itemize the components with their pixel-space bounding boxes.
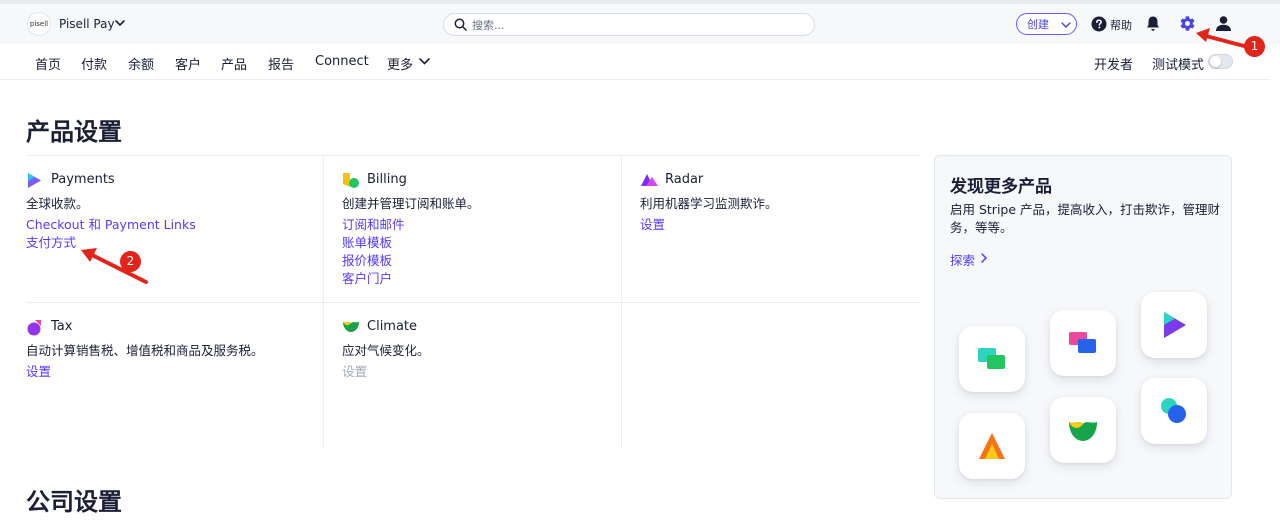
product-links: Checkout 和 Payment Links 支付方式 <box>26 216 196 252</box>
product-links: 订阅和邮件 账单模板 报价模板 客户门户 <box>342 216 405 288</box>
nav-customers[interactable]: 客户 <box>175 54 201 73</box>
nav-reports[interactable]: 报告 <box>268 54 294 73</box>
climate-icon <box>343 322 359 332</box>
tax-icon <box>27 320 41 336</box>
invoicing-product-icon <box>1069 332 1096 353</box>
discover-products-card: 发现更多产品 启用 Stripe 产品，提高收入，打击欺诈，管理财务，等等。 探… <box>934 155 1232 499</box>
search-input[interactable] <box>472 17 772 33</box>
product-tile[interactable] <box>1141 292 1207 358</box>
gear-icon[interactable] <box>1179 15 1196 32</box>
search-bar[interactable] <box>443 13 815 36</box>
product-title: Payments <box>51 172 115 187</box>
create-button-label: 创建 <box>1027 18 1049 31</box>
discover-description: 启用 Stripe 产品，提高收入，打击欺诈，管理财务，等等。 <box>950 202 1221 235</box>
product-title: Radar <box>665 172 704 187</box>
nav-developers[interactable]: 开发者 <box>1094 54 1133 73</box>
radar-settings-link[interactable]: 设置 <box>640 216 665 234</box>
toggle-knob <box>1210 56 1221 67</box>
chevron-down-icon[interactable] <box>419 57 430 66</box>
discover-title: 发现更多产品 <box>950 177 1052 197</box>
nav-home[interactable]: 首页 <box>35 54 61 73</box>
section-title: 公司设置 <box>26 488 122 516</box>
nav-more[interactable]: 更多 <box>387 54 413 73</box>
test-mode-label: 测试模式 <box>1152 58 1205 73</box>
grid-divider <box>26 302 920 303</box>
identity-product-icon <box>1161 398 1186 423</box>
test-mode-toggle[interactable] <box>1208 54 1233 69</box>
grid-divider <box>323 155 324 449</box>
browser-edge <box>0 0 1280 4</box>
product-description: 创建并管理订阅和账单。 <box>342 196 480 211</box>
product-links: 设置 <box>342 363 367 381</box>
product-links: 设置 <box>640 216 665 234</box>
product-tile[interactable] <box>959 326 1025 392</box>
product-description: 应对气候变化。 <box>342 343 430 358</box>
climate-product-icon <box>1069 422 1097 441</box>
connect-product-icon <box>978 348 1005 369</box>
nav-payments[interactable]: 付款 <box>81 54 107 73</box>
annotation-badge-2: 2 <box>120 251 141 272</box>
radar-icon <box>641 174 658 186</box>
bell-icon[interactable] <box>1145 15 1161 32</box>
climate-settings-link[interactable]: 设置 <box>342 363 367 381</box>
product-tile[interactable] <box>1141 378 1207 444</box>
search-icon <box>454 18 467 31</box>
product-tile[interactable] <box>959 413 1025 479</box>
invoice-template-link[interactable]: 账单模板 <box>342 234 405 252</box>
product-tile[interactable] <box>1050 310 1116 376</box>
chevron-down-icon <box>1061 22 1071 28</box>
help-link[interactable]: 帮助 <box>1110 17 1132 33</box>
chevron-right-icon[interactable] <box>980 253 988 263</box>
grid-divider <box>621 155 622 449</box>
page-title: 产品设置 <box>26 118 122 146</box>
product-tile[interactable] <box>1050 397 1116 463</box>
chevron-down-icon[interactable] <box>114 17 126 29</box>
product-description: 自动计算销售税、增值税和商品及服务税。 <box>26 343 264 358</box>
atlas-product-icon <box>979 433 1005 459</box>
nav-balances[interactable]: 余额 <box>128 54 154 73</box>
quote-template-link[interactable]: 报价模板 <box>342 252 405 270</box>
tax-settings-link[interactable]: 设置 <box>26 363 51 381</box>
product-description: 利用机器学习监测欺诈。 <box>640 196 778 211</box>
help-icon[interactable] <box>1091 16 1107 32</box>
nav-divider <box>0 79 1270 80</box>
create-button[interactable]: 创建 <box>1016 13 1077 35</box>
annotation-badge-1: 1 <box>1244 36 1265 57</box>
product-title: Billing <box>367 172 407 187</box>
product-description: 全球收款。 <box>26 196 89 211</box>
account-logo[interactable]: pisell <box>27 12 51 36</box>
grid-divider <box>26 155 920 156</box>
user-icon[interactable] <box>1215 15 1232 32</box>
subscriptions-emails-link[interactable]: 订阅和邮件 <box>342 216 405 234</box>
product-title: Tax <box>51 319 73 334</box>
billing-icon <box>343 173 359 188</box>
checkout-product-icon <box>1164 312 1186 338</box>
payment-methods-link[interactable]: 支付方式 <box>26 234 196 252</box>
customer-portal-link[interactable]: 客户门户 <box>342 270 405 288</box>
product-title: Climate <box>367 319 418 334</box>
account-name[interactable]: Pisell Pay <box>59 17 115 31</box>
product-links: 设置 <box>26 363 51 381</box>
nav-products[interactable]: 产品 <box>221 54 247 73</box>
checkout-payment-links-link[interactable]: Checkout 和 Payment Links <box>26 216 196 234</box>
payments-icon <box>28 173 41 188</box>
explore-link[interactable]: 探索 <box>950 250 975 269</box>
nav-connect[interactable]: Connect <box>315 54 369 69</box>
